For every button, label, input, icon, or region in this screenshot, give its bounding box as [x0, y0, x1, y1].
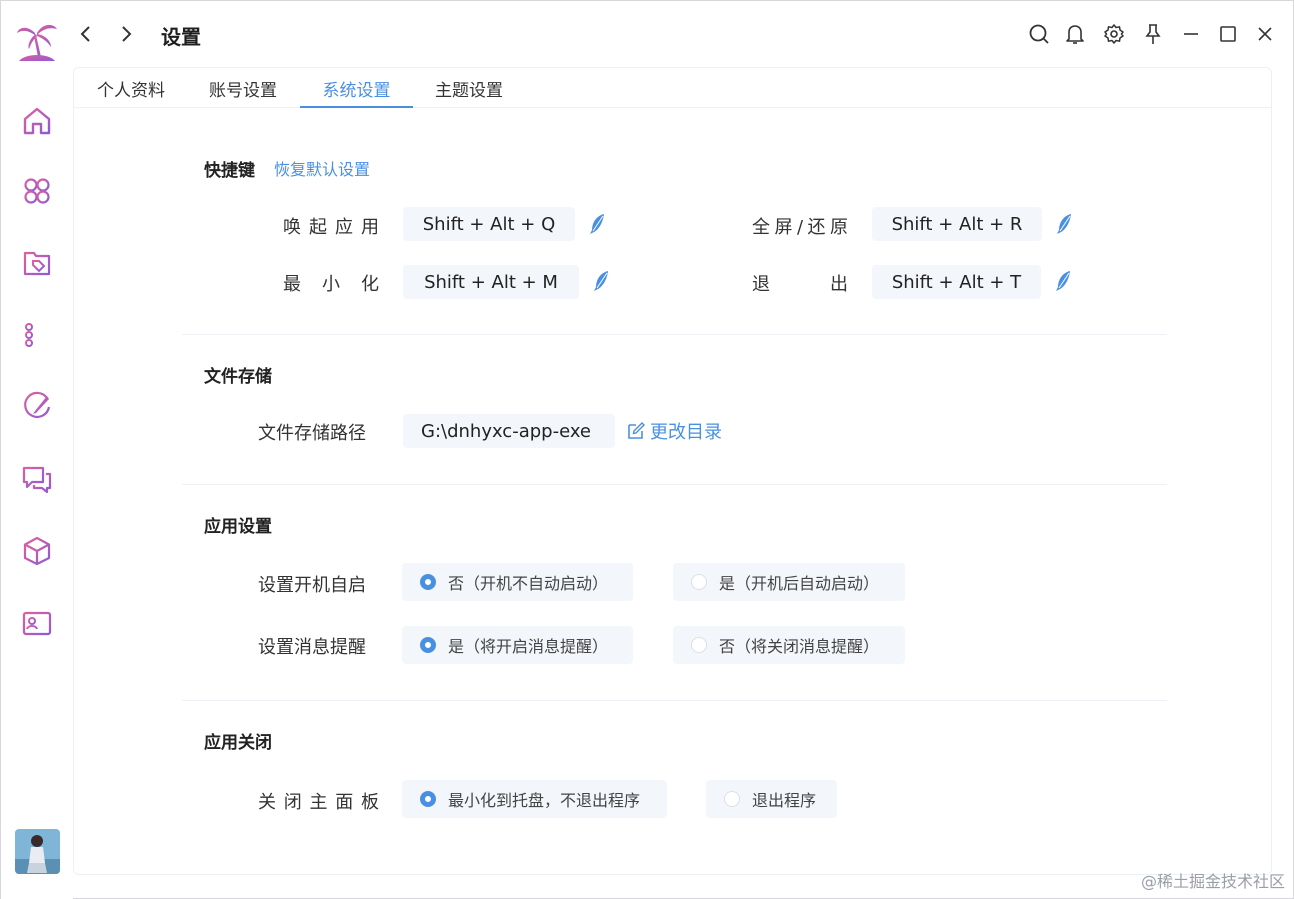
maximize-icon[interactable] — [1214, 20, 1242, 48]
tab-theme[interactable]: 主题设置 — [430, 76, 508, 108]
folder-tag-icon[interactable] — [19, 245, 55, 281]
home-icon[interactable] — [19, 103, 55, 139]
notify-label: 设置消息提醒 — [258, 637, 366, 658]
sidebar — [1, 1, 73, 899]
minimize-icon[interactable] — [1177, 20, 1205, 48]
apps-icon[interactable] — [19, 173, 55, 209]
tab-system[interactable]: 系统设置 — [300, 76, 413, 108]
shortcut-label: 退出 — [752, 274, 848, 295]
titlebar: 设置 — [73, 1, 1293, 67]
pin-icon[interactable] — [1139, 20, 1167, 48]
section-title-app-settings: 应用设置 — [204, 517, 272, 537]
divider — [182, 484, 1167, 485]
autostart-label: 设置开机自启 — [258, 575, 366, 596]
shortcut-label: 全屏/还原 — [752, 217, 848, 238]
storage-path-field[interactable]: G:\dnhyxc-app-exe — [403, 414, 615, 448]
radio-label: 退出程序 — [752, 791, 817, 810]
watermark: @稀土掘金技术社区 — [1140, 872, 1285, 891]
section-title-shortcuts: 快捷键 — [204, 161, 255, 181]
radio-unchecked-icon — [691, 574, 707, 590]
avatar[interactable] — [15, 829, 60, 874]
app-window: 设置 个人资料 账号设置 系统设置 主题设置 快捷键 恢复默认设置 唤起应用 S… — [0, 0, 1294, 899]
notify-option-yes[interactable]: 是（将开启消息提醒） — [402, 626, 633, 664]
shortcut-keys-field[interactable]: Shift + Alt + M — [403, 265, 579, 299]
radio-checked-icon — [420, 791, 436, 807]
change-directory-link[interactable]: 更改目录 — [626, 418, 722, 444]
radio-label: 是（将开启消息提醒） — [448, 637, 609, 656]
radio-label: 最小化到托盘，不退出程序 — [448, 791, 641, 810]
shortcut-label: 唤起应用 — [283, 217, 379, 238]
section-title-close: 应用关闭 — [204, 733, 272, 753]
list-settings-icon[interactable] — [19, 317, 55, 353]
close-option-exit[interactable]: 退出程序 — [706, 780, 837, 818]
palm-logo[interactable] — [15, 19, 59, 63]
autostart-option-no[interactable]: 否（开机不自动启动） — [402, 563, 633, 601]
storage-path-label: 文件存储路径 — [258, 423, 366, 444]
autostart-option-yes[interactable]: 是（开机后自动启动） — [673, 563, 905, 601]
shortcut-keys-field[interactable]: Shift + Alt + R — [872, 207, 1042, 241]
brush-icon[interactable] — [19, 389, 55, 425]
edit-feather-icon[interactable] — [588, 213, 606, 235]
bell-icon[interactable] — [1061, 20, 1089, 48]
close-option-minimize[interactable]: 最小化到托盘，不退出程序 — [402, 780, 667, 818]
section-title-storage: 文件存储 — [204, 367, 272, 387]
close-icon[interactable] — [1251, 20, 1279, 48]
search-icon[interactable] — [1025, 20, 1053, 48]
radio-label: 否（开机不自动启动） — [448, 574, 609, 593]
divider — [182, 700, 1167, 701]
edit-feather-icon[interactable] — [1055, 213, 1073, 235]
chat-icon[interactable] — [19, 461, 55, 497]
radio-label: 否（将关闭消息提醒） — [719, 637, 880, 656]
back-arrow-icon[interactable] — [73, 21, 99, 47]
shortcut-label: 最小化 — [283, 274, 379, 295]
radio-unchecked-icon — [691, 637, 707, 653]
change-directory-label: 更改目录 — [650, 422, 722, 443]
edit-feather-icon[interactable] — [1054, 270, 1072, 292]
cube-icon[interactable] — [19, 533, 55, 569]
tab-bar: 个人资料 账号设置 系统设置 主题设置 — [74, 68, 1271, 108]
radio-label: 是（开机后自动启动） — [719, 574, 880, 593]
radio-unchecked-icon — [724, 791, 740, 807]
shortcut-keys-field[interactable]: Shift + Alt + T — [872, 265, 1041, 299]
gear-icon[interactable] — [1100, 20, 1128, 48]
shortcut-keys-field[interactable]: Shift + Alt + Q — [403, 207, 575, 241]
reset-defaults-link[interactable]: 恢复默认设置 — [274, 156, 370, 180]
close-panel-label: 关闭主面板 — [258, 792, 379, 813]
settings-panel: 个人资料 账号设置 系统设置 主题设置 快捷键 恢复默认设置 唤起应用 Shif… — [73, 67, 1272, 875]
tab-profile[interactable]: 个人资料 — [92, 76, 170, 108]
page-title: 设置 — [161, 25, 201, 49]
id-card-icon[interactable] — [19, 605, 55, 641]
notify-option-no[interactable]: 否（将关闭消息提醒） — [673, 626, 905, 664]
radio-checked-icon — [420, 574, 436, 590]
edit-square-icon — [628, 422, 645, 439]
tab-account[interactable]: 账号设置 — [204, 76, 282, 108]
radio-checked-icon — [420, 637, 436, 653]
divider — [182, 334, 1167, 335]
forward-arrow-icon[interactable] — [113, 21, 139, 47]
edit-feather-icon[interactable] — [592, 270, 610, 292]
